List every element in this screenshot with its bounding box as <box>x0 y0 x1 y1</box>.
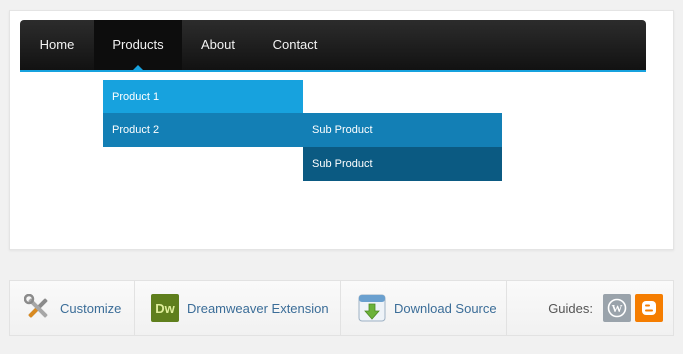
footer-divider <box>340 281 341 335</box>
dropdown-item-product-1[interactable]: Product 1 <box>103 80 303 113</box>
footer-divider <box>506 281 507 335</box>
dreamweaver-icon: Dw <box>151 294 179 322</box>
footer-bar: Customize Dw Dreamweaver Extension Downl… <box>9 280 674 336</box>
menu-item-home-label: Home <box>39 37 75 52</box>
submenu-item-label: Sub Product <box>312 124 373 136</box>
main-menu-bar: Home Products About Contact <box>20 20 646 72</box>
menu-active-arrow <box>131 65 145 72</box>
dreamweaver-badge-text: Dw <box>155 300 175 316</box>
dreamweaver-extension-link[interactable]: Dw Dreamweaver Extension <box>151 281 329 335</box>
footer-divider <box>134 281 135 335</box>
svg-text:W: W <box>612 303 623 315</box>
download-source-link[interactable]: Download Source <box>358 281 497 335</box>
guides-label: Guides: <box>548 300 593 316</box>
menu-item-products[interactable]: Products <box>94 20 182 72</box>
submenu-item-2[interactable]: Sub Product <box>303 147 502 181</box>
customize-label: Customize <box>60 300 122 316</box>
download-source-label: Download Source <box>394 300 497 316</box>
menu-item-home[interactable]: Home <box>20 20 94 70</box>
menu-item-contact[interactable]: Contact <box>254 20 336 70</box>
tools-icon <box>23 293 52 322</box>
dropdown-item-label: Product 1 <box>112 91 160 103</box>
download-icon <box>358 294 386 322</box>
dreamweaver-extension-label: Dreamweaver Extension <box>187 300 329 316</box>
customize-link[interactable]: Customize <box>23 281 122 335</box>
menu-item-products-label: Products <box>112 37 164 52</box>
submenu-item-label: Sub Product <box>312 158 373 170</box>
dropdown-item-product-2[interactable]: Product 2 <box>103 113 303 147</box>
dropdown-item-label: Product 2 <box>112 124 160 136</box>
blogger-icon[interactable] <box>635 294 663 322</box>
menu-item-about[interactable]: About <box>182 20 254 70</box>
menu-item-contact-label: Contact <box>272 37 318 52</box>
guides-group: Guides: W <box>548 281 663 335</box>
menu-item-about-label: About <box>201 37 235 52</box>
wordpress-icon[interactable]: W <box>603 294 631 322</box>
submenu-item-1[interactable]: Sub Product <box>303 113 502 147</box>
